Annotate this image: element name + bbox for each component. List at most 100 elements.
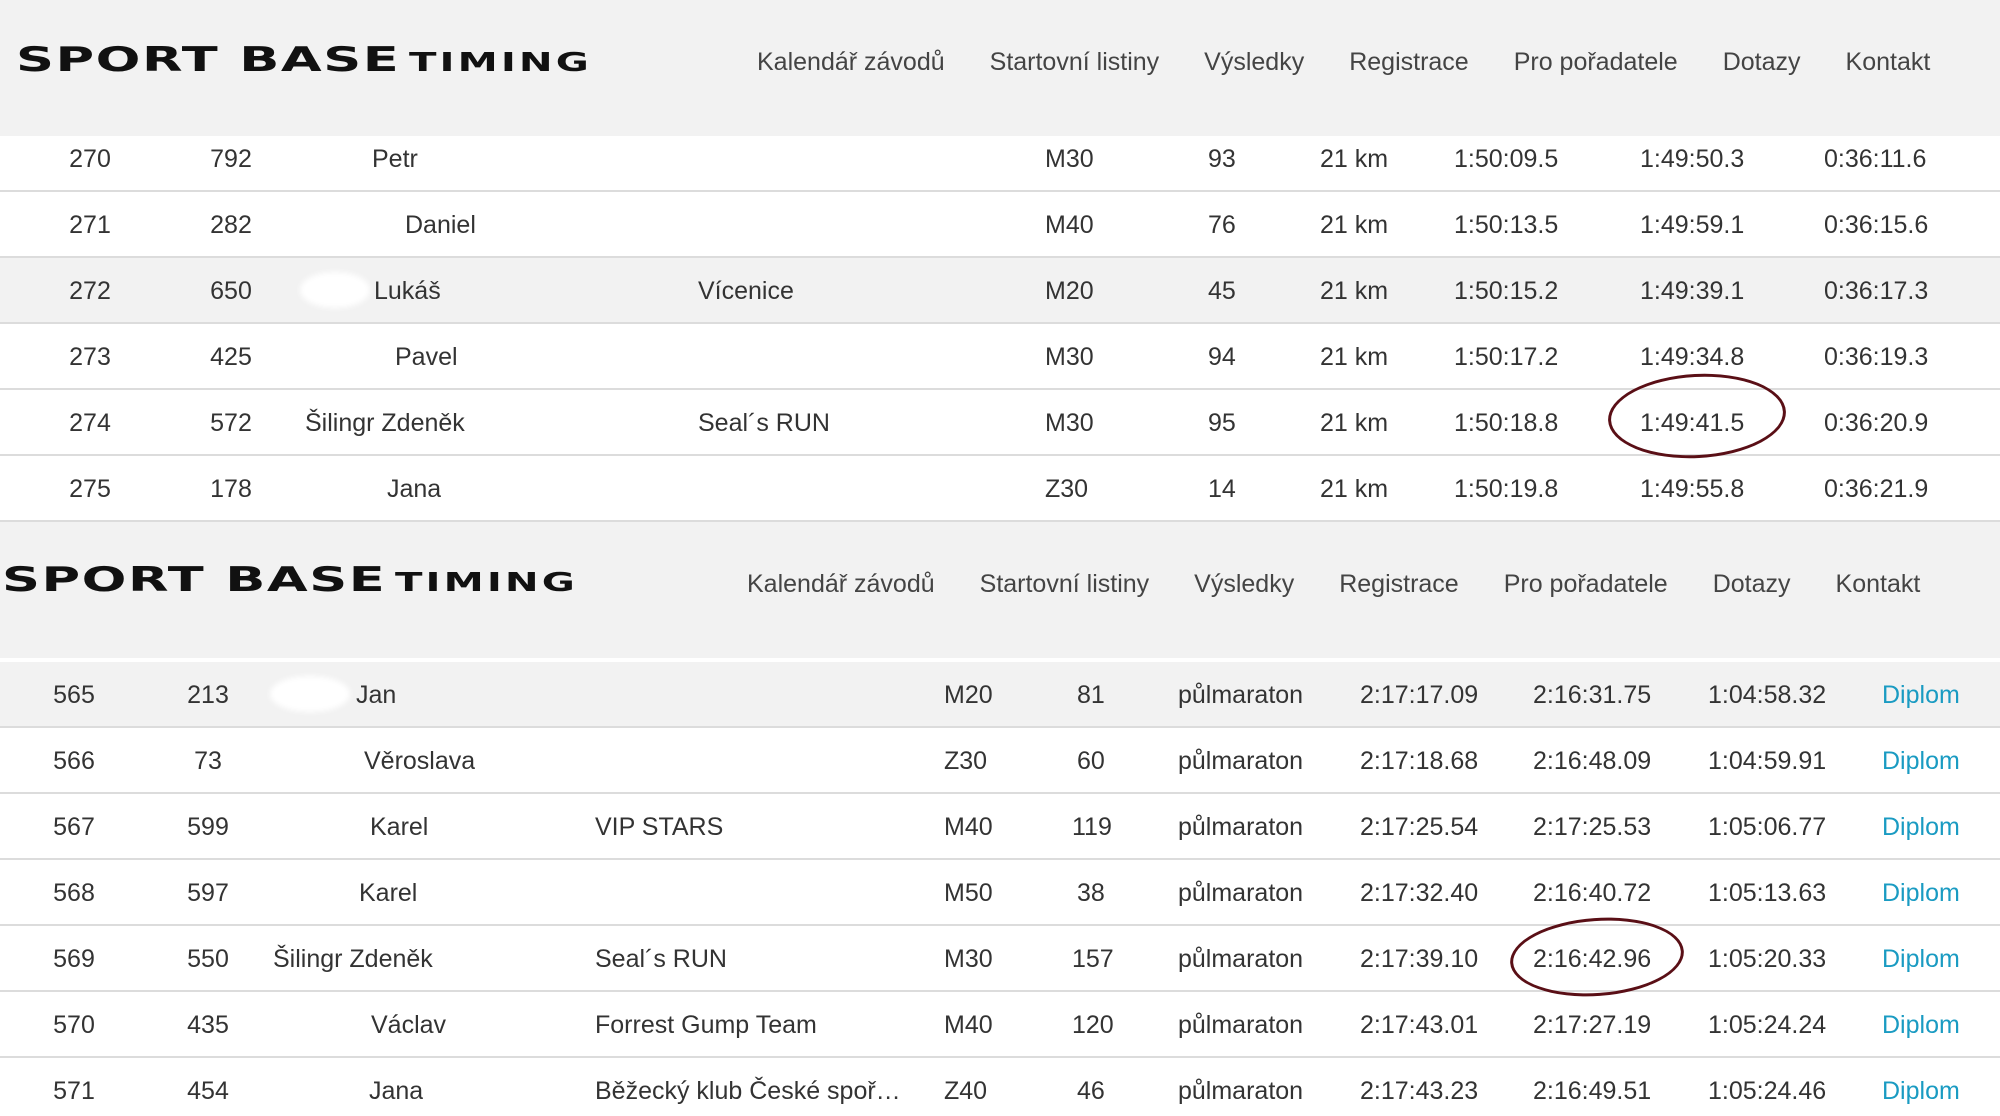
bib-cell: 282 [210, 211, 252, 239]
diploma-link[interactable]: Diplom [1882, 860, 1960, 926]
nav-item-contact[interactable]: Kontakt [1846, 48, 1931, 77]
rank-cell: 565 [53, 681, 95, 709]
bib-cell: 599 [187, 813, 229, 841]
nav-item-calendar[interactable]: Kalendář závodů [747, 570, 935, 599]
table-row: 570 435 Václav Forrest Gump Team M40 120… [0, 992, 2000, 1058]
name-cell[interactable]: Věroslava [364, 728, 475, 794]
nav-item-contact[interactable]: Kontakt [1836, 570, 1921, 599]
distance-cell: 21 km [1320, 475, 1389, 503]
bib-cell: 213 [187, 681, 229, 709]
category-rank-cell: 120 [1072, 1011, 1114, 1039]
name-cell[interactable]: Václav [371, 992, 446, 1058]
club-cell: VIP STARS [595, 813, 724, 841]
name-cell[interactable]: Jana [387, 456, 441, 522]
club-cell [595, 662, 915, 728]
category-rank-cell: 93 [1208, 145, 1236, 173]
site-header-bottom: SPORT BASE TIMING Kalendář závodů Starto… [0, 522, 2000, 658]
name-cell[interactable]: Karel [359, 860, 417, 926]
diploma-link[interactable]: Diplom [1882, 992, 1960, 1058]
rank-cell: 274 [69, 409, 111, 437]
rank-cell: 270 [69, 145, 111, 173]
category-cell: Z40 [944, 1077, 988, 1105]
name-cell[interactable]: Šilingr Zdeněk [273, 926, 433, 992]
bib-cell: 435 [187, 1011, 229, 1039]
time-cell: 2:17:43.01 [1360, 1011, 1479, 1039]
category-cell: M20 [1045, 277, 1094, 305]
table-row: 270 792 Petr M30 93 21 km 1:50:09.5 1:49… [0, 126, 2000, 192]
table-row-highlighted: 565 213 Jan M20 81 půlmaraton 2:17:17.09… [0, 662, 2000, 728]
nav-item-faq[interactable]: Dotazy [1723, 48, 1801, 77]
net-time-cell: 2:17:27.19 [1533, 1011, 1652, 1039]
nav-item-organizers[interactable]: Pro pořadatele [1504, 570, 1668, 599]
table-row: 568 597 Karel M50 38 půlmaraton 2:17:32.… [0, 860, 2000, 926]
name-cell[interactable]: Lukáš [374, 258, 441, 324]
rank-cell: 568 [53, 879, 95, 907]
diploma-link[interactable]: Diplom [1882, 794, 1960, 860]
distance-cell: 21 km [1320, 343, 1389, 371]
loss-cell: 1:05:24.24 [1708, 1011, 1827, 1039]
category-cell: M30 [944, 945, 993, 973]
category-cell: M30 [1045, 343, 1094, 371]
category-cell: Z30 [944, 747, 988, 775]
loss-cell: 0:36:17.3 [1824, 277, 1929, 305]
name-cell[interactable]: Jan [356, 662, 396, 728]
distance-cell: půlmaraton [1178, 1077, 1304, 1105]
nav-item-results[interactable]: Výsledky [1204, 48, 1304, 77]
category-rank-cell: 119 [1072, 813, 1112, 841]
category-rank-cell: 76 [1208, 211, 1236, 239]
category-rank-cell: 81 [1077, 681, 1105, 709]
site-logo[interactable]: SPORT BASE TIMING [2, 560, 578, 600]
nav-item-registration[interactable]: Registrace [1339, 570, 1459, 599]
category-rank-cell: 14 [1208, 475, 1236, 503]
club-cell: Běžecký klub České spoř… [595, 1077, 901, 1105]
name-cell[interactable]: Jana [369, 1058, 423, 1116]
loss-cell: 1:05:20.33 [1708, 945, 1827, 973]
bib-cell: 792 [210, 145, 252, 173]
name-cell[interactable]: Pavel [395, 324, 458, 390]
loss-cell: 0:36:20.9 [1824, 409, 1929, 437]
bib-cell: 572 [210, 409, 252, 437]
loss-cell: 0:36:21.9 [1824, 475, 1929, 503]
distance-cell: půlmaraton [1178, 1011, 1304, 1039]
nav-item-results[interactable]: Výsledky [1194, 570, 1294, 599]
distance-cell: půlmaraton [1178, 681, 1304, 709]
nav-item-organizers[interactable]: Pro pořadatele [1514, 48, 1678, 77]
distance-cell: půlmaraton [1178, 945, 1304, 973]
bib-cell: 73 [194, 747, 222, 775]
category-cell: Z30 [1045, 475, 1089, 503]
table-row: 569 550 Šilingr Zdeněk Seal´s RUN M30 15… [0, 926, 2000, 992]
nav-item-faq[interactable]: Dotazy [1713, 570, 1791, 599]
nav-item-registration[interactable]: Registrace [1349, 48, 1469, 77]
distance-cell: půlmaraton [1178, 879, 1304, 907]
time-cell: 1:50:17.2 [1454, 343, 1559, 371]
redaction-blur [300, 272, 370, 308]
category-rank-cell: 46 [1077, 1077, 1105, 1105]
distance-cell: 21 km [1320, 409, 1389, 437]
name-cell[interactable]: Daniel [405, 192, 476, 258]
table-row: 271 282 Daniel M40 76 21 km 1:50:13.5 1:… [0, 192, 2000, 258]
logo-text-main: SPORT BASE [16, 40, 401, 80]
nav-item-calendar[interactable]: Kalendář závodů [757, 48, 945, 77]
site-header-top: SPORT BASE TIMING Kalendář závodů Starto… [0, 0, 2000, 136]
loss-cell: 0:36:15.6 [1824, 211, 1929, 239]
net-time-cell: 1:49:50.3 [1640, 145, 1745, 173]
nav-item-start-lists[interactable]: Startovní listiny [990, 48, 1160, 77]
name-cell[interactable]: Karel [370, 794, 428, 860]
diploma-link[interactable]: Diplom [1882, 728, 1960, 794]
diploma-link[interactable]: Diplom [1882, 926, 1960, 992]
logo-text-sub: TIMING [394, 568, 578, 598]
diploma-link[interactable]: Diplom [1882, 662, 1960, 728]
net-time-cell: 1:49:55.8 [1640, 475, 1745, 503]
name-cell[interactable]: Petr [372, 126, 418, 192]
time-cell: 2:17:32.40 [1360, 879, 1479, 907]
diploma-link[interactable]: Diplom [1882, 1058, 1960, 1116]
site-logo[interactable]: SPORT BASE TIMING [16, 40, 592, 80]
rank-cell: 566 [53, 747, 95, 775]
rank-cell: 569 [53, 945, 95, 973]
nav-item-start-lists[interactable]: Startovní listiny [980, 570, 1150, 599]
name-cell[interactable]: Šilingr Zdeněk [305, 390, 465, 456]
net-time-cell: 2:16:48.09 [1533, 747, 1652, 775]
rank-cell: 273 [69, 343, 111, 371]
bib-cell: 550 [187, 945, 229, 973]
main-nav: Kalendář závodů Startovní listiny Výsled… [757, 48, 1930, 77]
